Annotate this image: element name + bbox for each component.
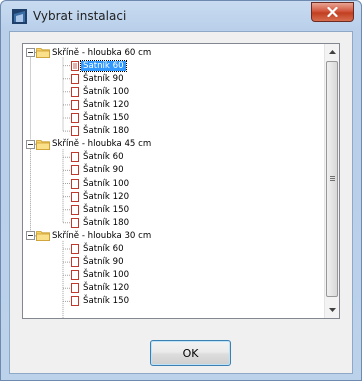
tree-item-label[interactable]: Šatník 60 xyxy=(80,59,127,72)
tree-item-label[interactable]: Šatník 90 xyxy=(83,256,124,269)
folder-icon xyxy=(36,48,50,58)
tree-item-label[interactable]: Šatník 100 xyxy=(83,269,129,282)
tree-group-label[interactable]: Skříně - hloubka 60 cm xyxy=(52,46,151,59)
collapse-toggle[interactable] xyxy=(26,231,35,241)
document-icon xyxy=(71,296,79,307)
document-icon xyxy=(71,113,79,123)
document-icon xyxy=(71,204,79,215)
tree-item-label[interactable]: Šatník 100 xyxy=(83,85,129,98)
tree-item-label[interactable]: Šatník 180 xyxy=(83,216,129,229)
tree-item-label[interactable]: Šatník 100 xyxy=(83,177,129,190)
window-title: Vybrat instalaci xyxy=(33,9,127,23)
tree-item-label[interactable]: Šatník 180 xyxy=(83,125,129,138)
tree-item-label[interactable]: Šatník 120 xyxy=(83,282,129,295)
ok-button[interactable]: OK xyxy=(150,340,231,366)
tree-group-label[interactable]: Skříně - hloubka 45 cm xyxy=(52,138,151,151)
document-icon xyxy=(71,165,79,176)
tree-item-label[interactable]: Šatník 150 xyxy=(83,203,129,216)
tree-item-label[interactable]: Šatník 150 xyxy=(83,112,129,125)
tree-viewport: Skříně - hloubka 60 cm Šatník 60 Šatník 90… xyxy=(23,44,325,318)
document-icon xyxy=(71,244,79,254)
dialog-body: Skříně - hloubka 60 cm Šatník 60 Šatník 90… xyxy=(9,31,353,374)
tree-item-label[interactable]: Šatník 120 xyxy=(83,190,129,203)
tree-item-label[interactable]: Šatník 60 xyxy=(83,243,124,256)
installation-tree[interactable]: Skříně - hloubka 60 cm Šatník 60 Šatník 90… xyxy=(22,43,340,319)
tree-item-label[interactable]: Šatník 90 xyxy=(83,164,124,177)
chevron-up-icon xyxy=(329,50,336,54)
scroll-thumb[interactable] xyxy=(326,61,338,297)
document-icon xyxy=(71,86,79,97)
collapse-toggle[interactable] xyxy=(26,139,35,149)
folder-icon xyxy=(36,231,50,242)
thumb-grip-line xyxy=(330,180,335,181)
chevron-down-icon xyxy=(329,308,336,312)
folder-icon xyxy=(36,139,50,150)
document-icon xyxy=(71,99,79,110)
thumb-grip-line xyxy=(330,178,335,179)
document-icon xyxy=(71,73,79,84)
tree-item-label[interactable]: Šatník 90 xyxy=(83,72,124,85)
title-bar[interactable]: Vybrat instalaci xyxy=(1,1,361,31)
document-icon xyxy=(71,191,79,202)
tree-lines xyxy=(30,52,70,318)
dialog-window: Vybrat instalaci Skříně - hloubka 60 cm Š… xyxy=(0,0,362,381)
document-icon xyxy=(71,283,79,294)
thumb-grip-line xyxy=(330,176,335,177)
document-icon xyxy=(71,270,79,281)
document-icon xyxy=(71,178,79,189)
collapse-toggle[interactable] xyxy=(26,48,35,57)
close-button[interactable] xyxy=(311,2,354,22)
document-icon xyxy=(71,126,79,137)
scroll-up-button[interactable] xyxy=(325,44,339,60)
document-icon xyxy=(71,152,79,163)
tree-item-label[interactable]: Šatník 150 xyxy=(83,295,129,308)
tree-item-label[interactable]: Šatník 120 xyxy=(83,98,129,111)
tree-group-label[interactable]: Skříně - hloubka 30 cm xyxy=(52,229,151,242)
scroll-down-button[interactable] xyxy=(325,302,339,318)
tree-item-label[interactable]: Šatník 60 xyxy=(83,151,124,164)
close-icon xyxy=(327,7,338,17)
document-selected-icon xyxy=(71,60,79,71)
vertical-scrollbar[interactable] xyxy=(324,44,339,318)
document-icon xyxy=(71,217,79,228)
app-icon xyxy=(12,9,27,24)
document-icon xyxy=(71,257,79,268)
